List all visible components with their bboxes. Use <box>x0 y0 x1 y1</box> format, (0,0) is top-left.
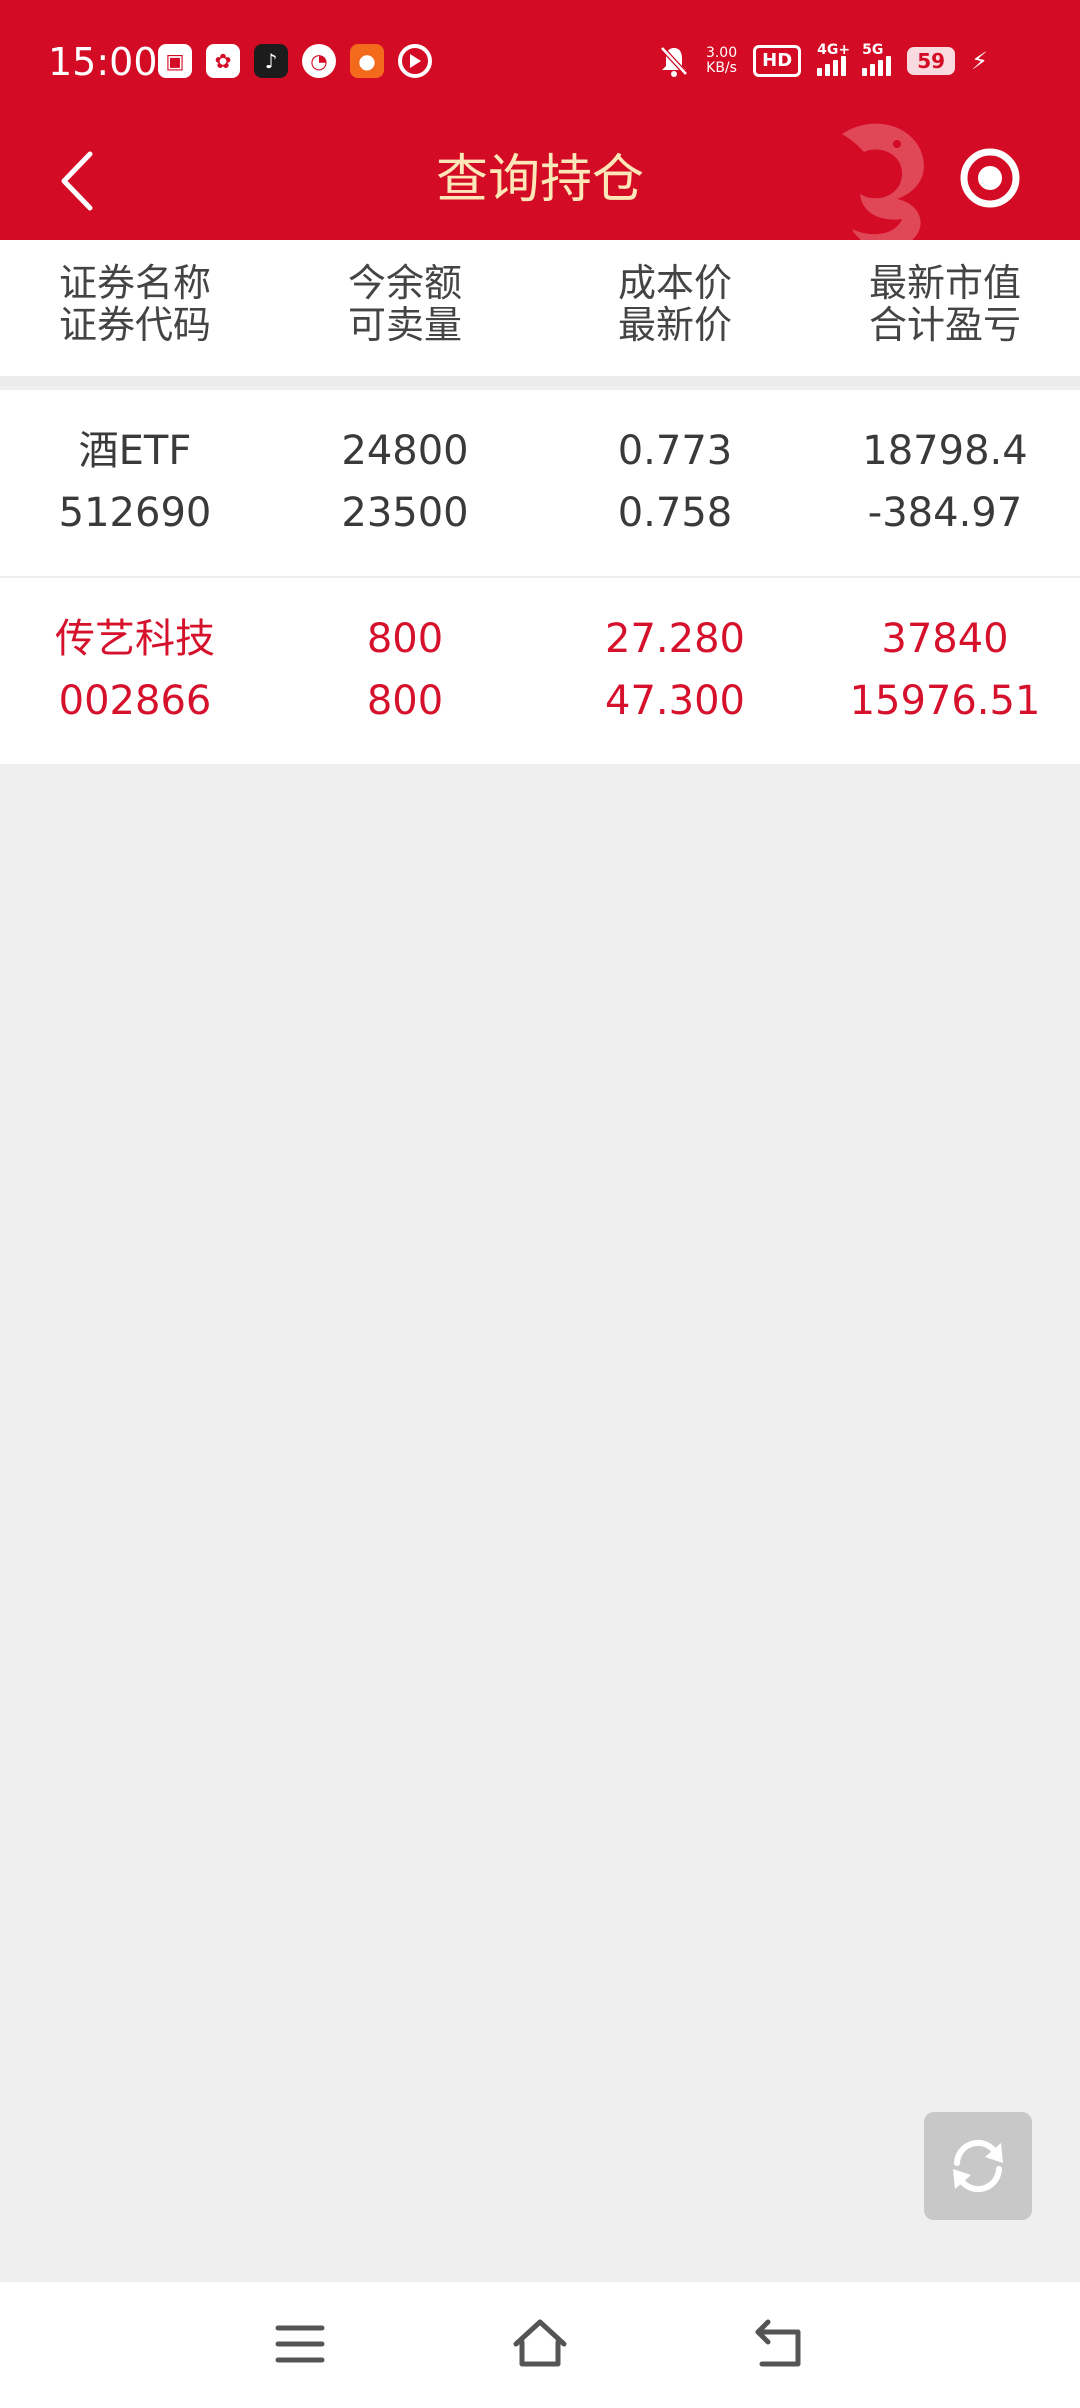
latest-price: 0.758 <box>617 490 733 536</box>
menu-icon[interactable] <box>270 2314 330 2374</box>
security-cell: 传艺科技 002866 <box>0 608 270 732</box>
refresh-button[interactable] <box>924 2112 1032 2220</box>
column-header-line2: 证券代码 <box>58 303 211 347</box>
security-code: 512690 <box>58 490 212 536</box>
signal-5g-label: 5G <box>862 42 884 58</box>
cost-price: 0.773 <box>617 428 733 474</box>
mute-bell-icon <box>660 46 688 77</box>
column-header-balance: 今余额 可卖量 <box>270 262 540 346</box>
app-header: 15:00 ▣ ✿ ♪ ◔ ● 3.00 KB/s HD 4G+ 5G 59 ⚡… <box>0 0 1080 240</box>
value-cell: 18798.4 -384.97 <box>810 420 1080 544</box>
latest-price: 47.300 <box>605 678 745 724</box>
holding-row[interactable]: 酒ETF 512690 24800 23500 0.773 0.758 1879… <box>0 390 1080 578</box>
security-name: 酒ETF <box>78 428 192 474</box>
cost-price: 27.280 <box>605 616 745 662</box>
refresh-icon <box>953 2139 1003 2193</box>
battery-level: 59 <box>917 49 946 73</box>
balance-value: 800 <box>366 616 444 662</box>
column-header-line1: 证券名称 <box>58 261 211 305</box>
orange-app-icon: ● <box>350 44 384 78</box>
tiktok-icon: ♪ <box>254 44 288 78</box>
status-app-icons: ▣ ✿ ♪ ◔ ● <box>158 44 432 78</box>
sellable-value: 23500 <box>341 490 469 536</box>
balance-cell: 800 800 <box>270 608 540 732</box>
speedometer-app-icon: ◔ <box>302 44 336 78</box>
signal-5g-icon: 5G <box>862 42 892 76</box>
network-speed: 3.00 KB/s <box>706 46 737 76</box>
market-value: 37840 <box>881 616 1009 662</box>
price-cell: 27.280 47.300 <box>540 608 810 732</box>
market-value: 18798.4 <box>862 428 1028 474</box>
security-cell: 酒ETF 512690 <box>0 420 270 544</box>
column-header-line1: 成本价 <box>617 261 732 305</box>
profit-loss: -384.97 <box>867 490 1023 536</box>
signal-4g-icon: 4G+ <box>817 42 850 76</box>
network-speed-value: 3.00 <box>705 45 738 61</box>
balance-cell: 24800 23500 <box>270 420 540 544</box>
column-header-line2: 最新价 <box>617 303 732 347</box>
dragon-decoration-icon <box>842 123 924 240</box>
status-time: 15:00 <box>48 40 158 84</box>
profit-loss: 15976.51 <box>849 678 1041 724</box>
holding-row[interactable]: 传艺科技 002866 800 800 27.280 47.300 37840 … <box>0 578 1080 764</box>
hd-badge: HD <box>753 45 802 77</box>
charging-icon: ⚡ <box>971 47 988 75</box>
nav-bar: 查询持仓 <box>0 123 1080 240</box>
column-header-line1: 今余额 <box>347 261 462 305</box>
battery-icon: 59 <box>907 47 956 75</box>
column-header-line2: 可卖量 <box>347 303 462 347</box>
back-nav-icon[interactable] <box>750 2314 810 2374</box>
column-header-price: 成本价 最新价 <box>540 262 810 346</box>
column-header-security: 证券名称 证券代码 <box>0 262 270 346</box>
status-indicators: 3.00 KB/s HD 4G+ 5G 59 ⚡ <box>658 42 988 78</box>
security-code: 002866 <box>58 678 212 724</box>
video-app-icon: ✿ <box>206 44 240 78</box>
security-name: 传艺科技 <box>55 616 215 662</box>
column-header-line2: 合计盈亏 <box>868 303 1021 347</box>
signal-4g-label: 4G+ <box>817 42 851 58</box>
system-nav-bar <box>0 2282 1080 2408</box>
photo-app-icon: ▣ <box>158 44 192 78</box>
network-speed-unit: KB/s <box>706 60 737 76</box>
value-cell: 37840 15976.51 <box>810 608 1080 732</box>
balance-value: 24800 <box>341 428 469 474</box>
column-header-line1: 最新市值 <box>868 261 1021 305</box>
column-header-value: 最新市值 合计盈亏 <box>810 262 1080 346</box>
price-cell: 0.773 0.758 <box>540 420 810 544</box>
play-app-icon <box>398 44 432 78</box>
sellable-value: 800 <box>366 678 444 724</box>
holdings-table-header: 证券名称 证券代码 今余额 可卖量 成本价 最新价 最新市值 合计盈亏 <box>0 240 1080 386</box>
record-icon[interactable] <box>958 146 1022 210</box>
home-icon[interactable] <box>510 2314 570 2374</box>
